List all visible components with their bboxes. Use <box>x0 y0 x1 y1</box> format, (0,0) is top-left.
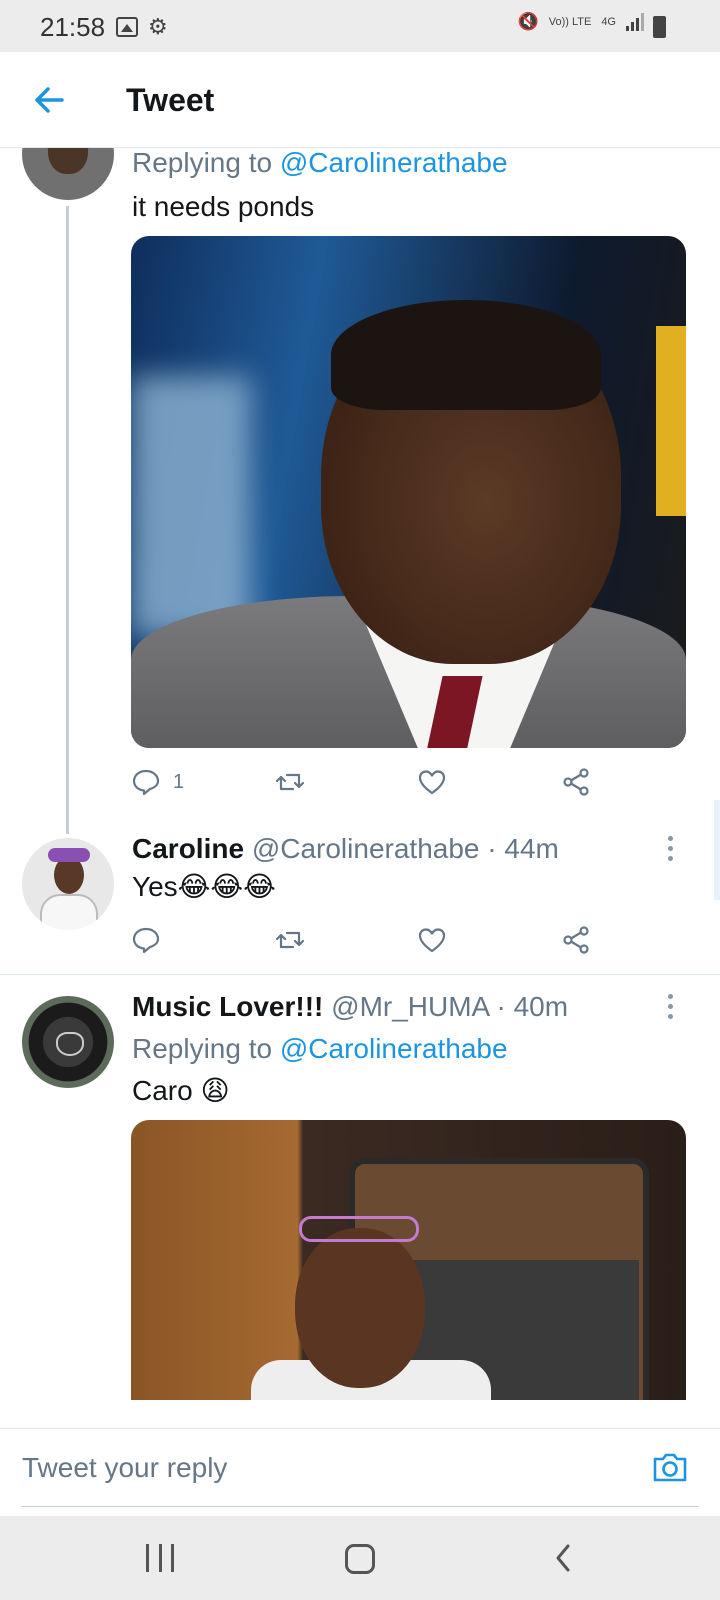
retweet-button[interactable] <box>275 920 305 960</box>
battery-icon <box>653 16 666 38</box>
back-arrow-icon[interactable] <box>30 80 70 120</box>
tweet-time: · 44m <box>479 833 559 864</box>
reply-composer: Tweet your reply <box>0 1428 720 1516</box>
retweet-icon <box>275 931 305 949</box>
tweet-media-image[interactable] <box>131 236 686 748</box>
reply-input[interactable]: Tweet your reply <box>22 1429 698 1507</box>
reply-button[interactable]: 1 <box>131 762 184 802</box>
tweet-text: Caro 😩 <box>132 1075 230 1106</box>
status-icons: 🔇 Vo)) LTE 4G <box>518 12 672 32</box>
lte-label: Vo)) LTE <box>548 15 592 28</box>
heart-icon <box>418 928 446 953</box>
tweet-media-image[interactable] <box>131 1120 686 1400</box>
reply-icon <box>132 927 160 954</box>
thread-line <box>66 206 69 834</box>
status-time: 21:58 <box>40 12 106 42</box>
user-handle[interactable]: @Mr_HUMA <box>331 991 489 1022</box>
tweet-time: · 40m <box>488 991 569 1022</box>
tweet-feed[interactable]: Replying to @Carolinerathabe it needs po… <box>0 148 720 1428</box>
divider <box>0 974 720 975</box>
tweet-text: it needs ponds <box>132 191 315 222</box>
network-label: 4G <box>601 15 616 28</box>
reply-button[interactable] <box>131 920 161 960</box>
gear-icon: ⚙ <box>148 14 168 39</box>
gallery-icon <box>116 17 138 37</box>
share-icon <box>563 768 589 796</box>
retweet-button[interactable] <box>275 762 305 802</box>
reply-icon <box>132 769 160 796</box>
mute-icon: 🔇 <box>517 12 539 31</box>
tweet-actions <box>131 920 601 960</box>
display-name[interactable]: Caroline <box>132 833 244 864</box>
avatar[interactable] <box>22 838 114 930</box>
system-nav-bar <box>0 1516 720 1600</box>
avatar[interactable] <box>22 996 114 1088</box>
tweet-header: Music Lover!!! @Mr_HUMA · 40m <box>132 990 568 1024</box>
replying-to: Replying to @Carolinerathabe <box>132 148 508 178</box>
replying-to-handle-link[interactable]: @Carolinerathabe <box>280 148 508 178</box>
replying-to: Replying to @Carolinerathabe <box>132 1033 508 1064</box>
more-options-icon[interactable] <box>664 994 676 1024</box>
retweet-icon <box>275 773 305 791</box>
tweet-text: Yes😂😂😂 <box>132 871 276 902</box>
home-icon[interactable] <box>345 1544 375 1574</box>
signal-icon <box>626 13 644 31</box>
nav-back-icon[interactable] <box>550 1540 576 1576</box>
heart-icon <box>418 770 446 795</box>
more-options-icon[interactable] <box>664 836 676 866</box>
tweet-actions: 1 <box>131 762 601 802</box>
like-button[interactable] <box>417 762 447 802</box>
status-bar: 21:58 ⚙ 🔇 Vo)) LTE 4G <box>0 0 720 52</box>
top-app-bar: Tweet <box>0 52 720 148</box>
share-button[interactable] <box>561 762 591 802</box>
tweet-header: Caroline @Carolinerathabe · 44m <box>132 832 559 866</box>
reply-count: 1 <box>173 770 185 793</box>
share-icon <box>563 926 589 954</box>
scrollbar[interactable] <box>714 800 720 900</box>
share-button[interactable] <box>561 920 591 960</box>
camera-icon[interactable] <box>650 1447 690 1487</box>
user-handle[interactable]: @Carolinerathabe <box>252 833 480 864</box>
avatar[interactable] <box>22 148 114 200</box>
like-button[interactable] <box>417 920 447 960</box>
page-title: Tweet <box>126 82 215 118</box>
replying-to-handle-link[interactable]: @Carolinerathabe <box>280 1033 508 1064</box>
display-name[interactable]: Music Lover!!! <box>132 991 323 1022</box>
recent-apps-icon[interactable] <box>146 1540 174 1576</box>
